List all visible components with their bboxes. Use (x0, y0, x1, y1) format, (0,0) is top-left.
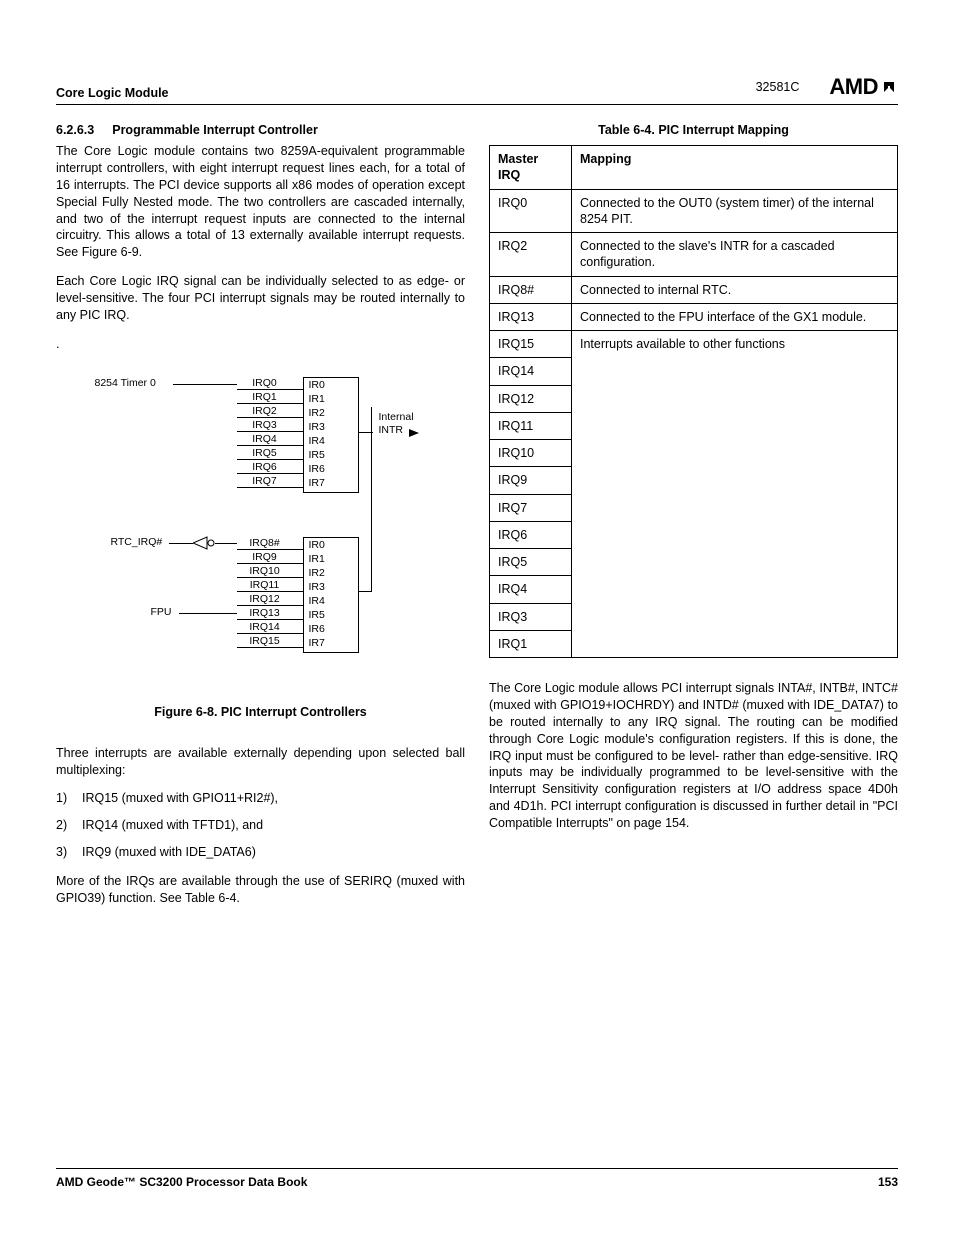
page-number: 153 (878, 1175, 898, 1189)
cell-irq: IRQ1 (490, 630, 572, 657)
stray-period: . (56, 336, 465, 353)
label-8254-timer: 8254 Timer 0 (95, 377, 156, 389)
left-column: 6.2.6.3 Programmable Interrupt Controller… (56, 123, 465, 919)
table-header-mapping: Mapping (572, 146, 898, 190)
cell-irq: IRQ2 (490, 233, 572, 277)
cell-irq: IRQ13 (490, 303, 572, 330)
amd-logo: AMD (829, 74, 898, 100)
irq-left-label: IRQ15 (241, 635, 289, 647)
pic-diagram: IRQ0 IR0 IRQ1 IR1 IRQ2 IR2 IRQ3 IR3 IRQ4 IR4 IRQ5 I… (81, 371, 441, 691)
list-item: 1)IRQ15 (muxed with GPIO11+RI2#), (56, 790, 465, 807)
label-internal: Internal (379, 411, 414, 423)
irq-left-label: IRQ10 (241, 565, 289, 577)
section-number: 6.2.6.3 (56, 123, 94, 137)
ir-pin-label: IR4 (309, 595, 353, 607)
irq-left-label: IRQ3 (241, 419, 289, 431)
label-fpu: FPU (151, 606, 172, 618)
content-columns: 6.2.6.3 Programmable Interrupt Controller… (56, 123, 898, 919)
ir-pin-label: IR7 (309, 477, 353, 489)
ir-pin-label: IR7 (309, 637, 353, 649)
mux-list: 1)IRQ15 (muxed with GPIO11+RI2#), 2)IRQ1… (56, 790, 465, 861)
table-row: IRQ15Interrupts available to other funct… (490, 331, 898, 358)
pic-mapping-table: Master IRQ Mapping IRQ0Connected to the … (489, 145, 898, 658)
figure-6-8: IRQ0 IR0 IRQ1 IR1 IRQ2 IR2 IRQ3 IR3 IRQ4 IR4 IRQ5 I… (56, 371, 465, 719)
ir-pin-label: IR1 (309, 553, 353, 565)
cell-irq: IRQ11 (490, 412, 572, 439)
ir-pin-label: IR4 (309, 435, 353, 447)
col2-tail-para: The Core Logic module allows PCI interru… (489, 680, 898, 832)
ir-pin-label: IR2 (309, 407, 353, 419)
section-para-2: Each Core Logic IRQ signal can be indivi… (56, 273, 465, 324)
ir-pin-label: IR3 (309, 421, 353, 433)
label-rtc-irq: RTC_IRQ# (111, 536, 163, 548)
table-row: IRQ0Connected to the OUT0 (system timer)… (490, 189, 898, 233)
table-row: IRQ2Connected to the slave's INTR for a … (490, 233, 898, 277)
irq-left-label: IRQ9 (241, 551, 289, 563)
cell-irq: IRQ6 (490, 521, 572, 548)
cell-irq: IRQ3 (490, 603, 572, 630)
list-item: 3)IRQ9 (muxed with IDE_DATA6) (56, 844, 465, 861)
ir-pin-label: IR5 (309, 449, 353, 461)
irq-left-label: IRQ2 (241, 405, 289, 417)
col1-tail-para: Three interrupts are available externall… (56, 745, 465, 779)
footer-title: AMD Geode™ SC3200 Processor Data Book (56, 1175, 307, 1189)
ir-pin-label: IR2 (309, 567, 353, 579)
irq-left-label: IRQ0 (241, 377, 289, 389)
cell-irq: IRQ8# (490, 276, 572, 303)
amd-arrow-icon (880, 78, 898, 96)
list-item: 2)IRQ14 (muxed with TFTD1), and (56, 817, 465, 834)
cell-mapping: Interrupts available to other functions (572, 331, 898, 658)
section-title: Programmable Interrupt Controller (112, 123, 318, 137)
label-intr: INTR (379, 424, 404, 436)
ir-pin-label: IR5 (309, 609, 353, 621)
cell-irq: IRQ14 (490, 358, 572, 385)
inverter-icon (193, 535, 217, 551)
section-para-1: The Core Logic module contains two 8259A… (56, 143, 465, 261)
cell-irq: IRQ0 (490, 189, 572, 233)
cell-irq: IRQ5 (490, 549, 572, 576)
irq-left-label: IRQ1 (241, 391, 289, 403)
irq-left-label: IRQ12 (241, 593, 289, 605)
ir-pin-label: IR0 (309, 379, 353, 391)
right-column: Table 6-4. PIC Interrupt Mapping Master … (489, 123, 898, 919)
ir-pin-label: IR3 (309, 581, 353, 593)
figure-caption: Figure 6-8. PIC Interrupt Controllers (56, 705, 465, 719)
section-heading: 6.2.6.3 Programmable Interrupt Controller (56, 123, 465, 137)
irq-left-label: IRQ11 (241, 579, 289, 591)
cell-irq: IRQ10 (490, 440, 572, 467)
ir-pin-label: IR0 (309, 539, 353, 551)
table-row: IRQ13Connected to the FPU interface of t… (490, 303, 898, 330)
irq-left-label: IRQ7 (241, 475, 289, 487)
cell-mapping: Connected to internal RTC. (572, 276, 898, 303)
table-title: Table 6-4. PIC Interrupt Mapping (489, 123, 898, 137)
page-header: Core Logic Module 32581C AMD (56, 74, 898, 105)
irq-left-label: IRQ6 (241, 461, 289, 473)
ir-pin-label: IR1 (309, 393, 353, 405)
doc-number: 32581C (756, 80, 800, 94)
table-header-irq: Master IRQ (490, 146, 572, 190)
cell-irq: IRQ15 (490, 331, 572, 358)
ir-pin-label: IR6 (309, 623, 353, 635)
table-row: IRQ8#Connected to internal RTC. (490, 276, 898, 303)
cell-mapping: Connected to the OUT0 (system timer) of … (572, 189, 898, 233)
ir-pin-label: IR6 (309, 463, 353, 475)
irq-left-label: IRQ5 (241, 447, 289, 459)
col1-tail-para2: More of the IRQs are available through t… (56, 873, 465, 907)
cell-irq: IRQ12 (490, 385, 572, 412)
irq-left-label: IRQ13 (241, 607, 289, 619)
cell-mapping: Connected to the slave's INTR for a casc… (572, 233, 898, 277)
cell-irq: IRQ4 (490, 576, 572, 603)
arrow-right-icon (409, 427, 421, 439)
irq-left-label: IRQ14 (241, 621, 289, 633)
header-title: Core Logic Module (56, 86, 169, 100)
irq-left-label: IRQ8# (241, 537, 289, 549)
cell-irq: IRQ9 (490, 467, 572, 494)
cell-mapping: Connected to the FPU interface of the GX… (572, 303, 898, 330)
page-footer: AMD Geode™ SC3200 Processor Data Book 15… (56, 1168, 898, 1189)
irq-left-label: IRQ4 (241, 433, 289, 445)
cell-irq: IRQ7 (490, 494, 572, 521)
